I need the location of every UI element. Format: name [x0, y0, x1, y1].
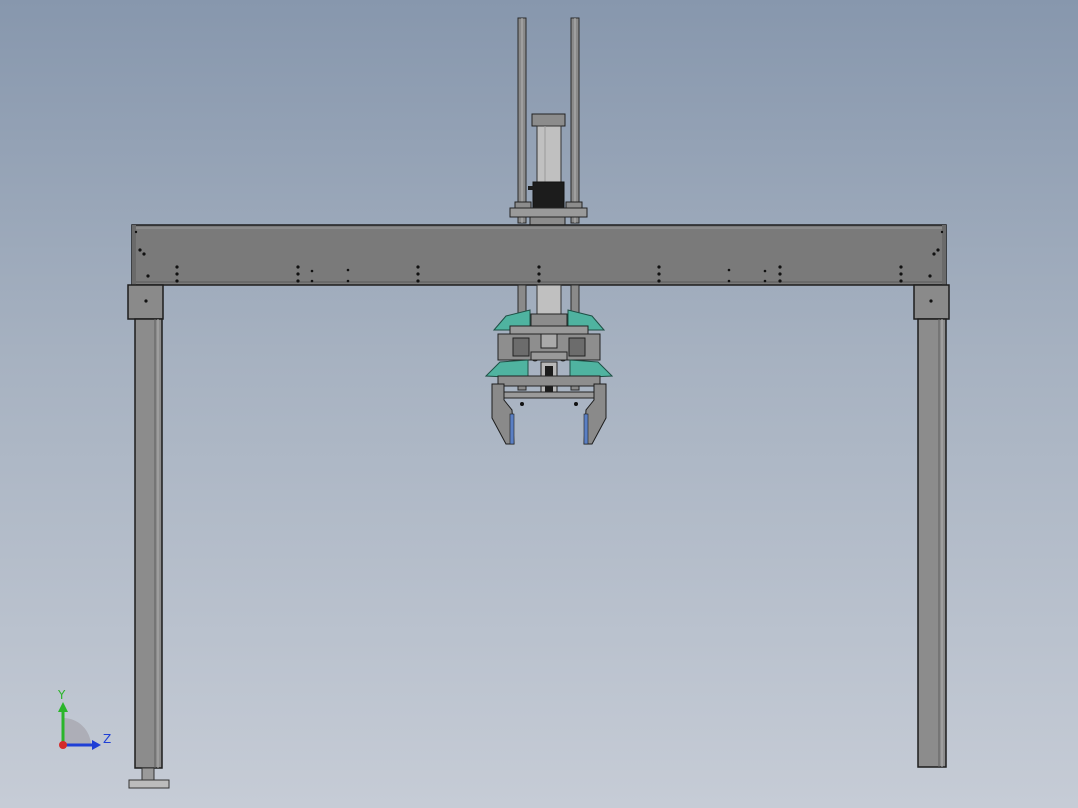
right-leg [913, 284, 950, 768]
left-leg [127, 284, 170, 789]
gripper-assembly [484, 284, 614, 445]
triad-z-label: Z [103, 732, 112, 746]
triad-y-label: Y [58, 688, 66, 702]
crossbeam [131, 224, 947, 286]
cad-graphics-viewport[interactable]: Y Z [0, 0, 1078, 808]
gantry-gripper-model[interactable] [0, 0, 1078, 808]
reference-triad [58, 702, 101, 750]
